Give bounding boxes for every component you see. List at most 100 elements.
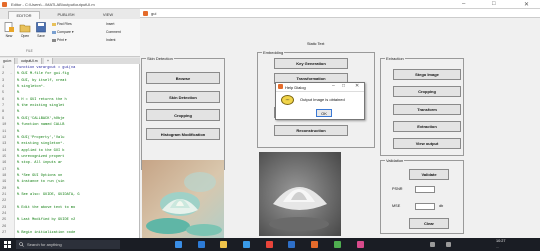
- close-icon[interactable]: ✕: [524, 1, 529, 8]
- code-line: % applied to the GUI b: [17, 148, 65, 153]
- dialog-close-icon[interactable]: ✕: [355, 83, 359, 89]
- psnr-field[interactable]: [415, 186, 435, 193]
- tab-view[interactable]: VIEW: [96, 11, 120, 19]
- taskbar-date: ...: [496, 245, 499, 249]
- taskbar: Search for anything 10:27 ...: [0, 238, 540, 251]
- figure-title-bar: gui: [140, 9, 540, 18]
- embedding-panel-title: Embedding: [262, 50, 285, 55]
- line-number: 4: [2, 85, 5, 90]
- editor-ribbon: New Open Save Find Files Compare ▾ Print…: [0, 19, 140, 57]
- line-number: 23: [2, 205, 7, 210]
- app-icon-green[interactable]: [334, 241, 341, 248]
- save-button[interactable]: Save: [34, 22, 48, 38]
- mail-icon[interactable]: [288, 241, 295, 248]
- lotus-color-image: [142, 160, 224, 240]
- code-line: % the existing singlet: [17, 104, 65, 109]
- code-line: % Edit the above text to mo: [17, 205, 76, 210]
- dialog-maximize-icon[interactable]: □: [342, 83, 345, 89]
- code-line: %: [17, 91, 20, 96]
- indent-button[interactable]: Indent: [106, 38, 115, 42]
- taskbar-search-box[interactable]: Search for anything: [16, 240, 120, 249]
- transform-button[interactable]: Transform: [393, 104, 461, 115]
- folder-icon: [19, 24, 31, 33]
- code-line: %: [17, 129, 20, 134]
- print-button[interactable]: Print ▾: [52, 38, 67, 42]
- network-icon[interactable]: [430, 242, 435, 247]
- code-line: function varargout = gui(va: [17, 66, 76, 70]
- find-files-button[interactable]: Find Files: [52, 22, 72, 26]
- volume-icon[interactable]: [446, 242, 451, 247]
- cropping-button[interactable]: Cropping: [146, 109, 220, 121]
- extraction-button[interactable]: Extraction: [393, 121, 461, 132]
- line-number: 14: [2, 148, 7, 153]
- ok-button[interactable]: OK: [316, 109, 332, 117]
- code-line: %: [17, 167, 20, 172]
- line-number-gutter: 1 2 3 4 5 6 7 8 9 10 11 12 13 14 15 16 17 18 19 20 21 22 23 24 2…: [0, 64, 15, 238]
- line-number: 12: [2, 135, 7, 140]
- store-icon[interactable]: [243, 241, 250, 248]
- mse-field[interactable]: [415, 203, 435, 210]
- static-text-label: Static Text: [307, 42, 325, 46]
- view-output-button[interactable]: View output: [393, 138, 461, 149]
- db-unit-label: db: [439, 204, 444, 208]
- figure-window-title: gui: [151, 11, 157, 16]
- file-explorer-icon[interactable]: [220, 241, 227, 248]
- windows-start-icon[interactable]: [4, 241, 11, 248]
- extraction-panel: Extraction Stego Image Cropping Transfor…: [380, 56, 464, 156]
- key-generation-button[interactable]: Key Generation: [274, 58, 348, 69]
- taskbar-clock: 10:27: [496, 239, 506, 243]
- line-number: 27: [2, 231, 7, 236]
- line-number: 10: [2, 123, 7, 128]
- skin-detection-panel-title: Skin Detection: [146, 56, 174, 61]
- compare-button[interactable]: Compare ▾: [52, 30, 74, 34]
- figure-logo-icon: [143, 11, 148, 16]
- line-number: 20: [2, 186, 7, 191]
- clear-button[interactable]: Clear: [409, 218, 449, 229]
- maximize-icon[interactable]: □: [492, 1, 496, 7]
- line-number: 13: [2, 142, 7, 147]
- line-number: 25: [2, 218, 7, 223]
- comment-button[interactable]: Comment: [106, 30, 121, 34]
- code-line: % Last Modified by GUIDE v2: [17, 218, 76, 223]
- search-icon: [19, 242, 24, 247]
- validation-panel-title: Validation: [385, 158, 405, 163]
- matlab-taskbar-icon[interactable]: [311, 241, 318, 248]
- insert-button[interactable]: Insert: [106, 22, 114, 26]
- minimize-icon[interactable]: –: [462, 1, 465, 7]
- mse-label: MSE: [392, 204, 401, 208]
- psnr-label: PSNR: [392, 187, 403, 191]
- code-line: % See also: GUIDE, GUIDATA, G: [17, 193, 80, 197]
- code-line: % GUI('Property','Valu: [17, 135, 65, 140]
- code-line: % singleton*.: [17, 85, 46, 90]
- open-button[interactable]: Open: [18, 22, 32, 38]
- dialog-logo-icon: [278, 84, 283, 89]
- stego-image-button[interactable]: Stego Image: [393, 69, 461, 80]
- help-dialog: Help Dialog – □ ✕ ⋯ Output Image is obta…: [275, 82, 365, 120]
- reconstruction-button[interactable]: Reconstruction: [274, 125, 348, 136]
- edge-browser-icon[interactable]: [198, 241, 205, 248]
- line-marker: -: [10, 72, 13, 77]
- line-number: 9: [2, 116, 5, 121]
- new-button[interactable]: New: [2, 22, 16, 38]
- tab-publish[interactable]: PUBLISH: [50, 11, 82, 19]
- compare-icon: [52, 30, 56, 34]
- skin-detection-button[interactable]: Skin Detection: [146, 91, 220, 103]
- code-line: % Begin initialization code: [17, 231, 76, 236]
- line-number: 24: [2, 212, 7, 217]
- dialog-message: Output Image is obtained: [300, 97, 345, 102]
- dialog-minimize-icon[interactable]: –: [332, 83, 335, 89]
- browse-button[interactable]: Browse: [146, 72, 220, 84]
- validate-button[interactable]: Validate: [409, 169, 449, 180]
- histogram-modification-button[interactable]: Histogram Modification: [146, 128, 220, 140]
- lotus-grayscale-image: [259, 152, 341, 236]
- code-line: % unrecognized propert: [17, 154, 65, 159]
- app-icon-red[interactable]: [266, 241, 273, 248]
- code-line: % GUI, by itself, creat: [17, 78, 67, 83]
- matlab-logo-icon: [2, 2, 7, 7]
- code-editor[interactable]: 1 2 3 4 5 6 7 8 9 10 11 12 13 14 15 16 17 18 19 20 21 22 23 24 2…: [0, 64, 140, 238]
- task-view-icon[interactable]: [175, 241, 182, 248]
- find-files-icon: [52, 22, 56, 26]
- line-number: 11: [2, 129, 7, 134]
- app-icon-pink[interactable]: [357, 241, 364, 248]
- extract-cropping-button[interactable]: Cropping: [393, 86, 461, 97]
